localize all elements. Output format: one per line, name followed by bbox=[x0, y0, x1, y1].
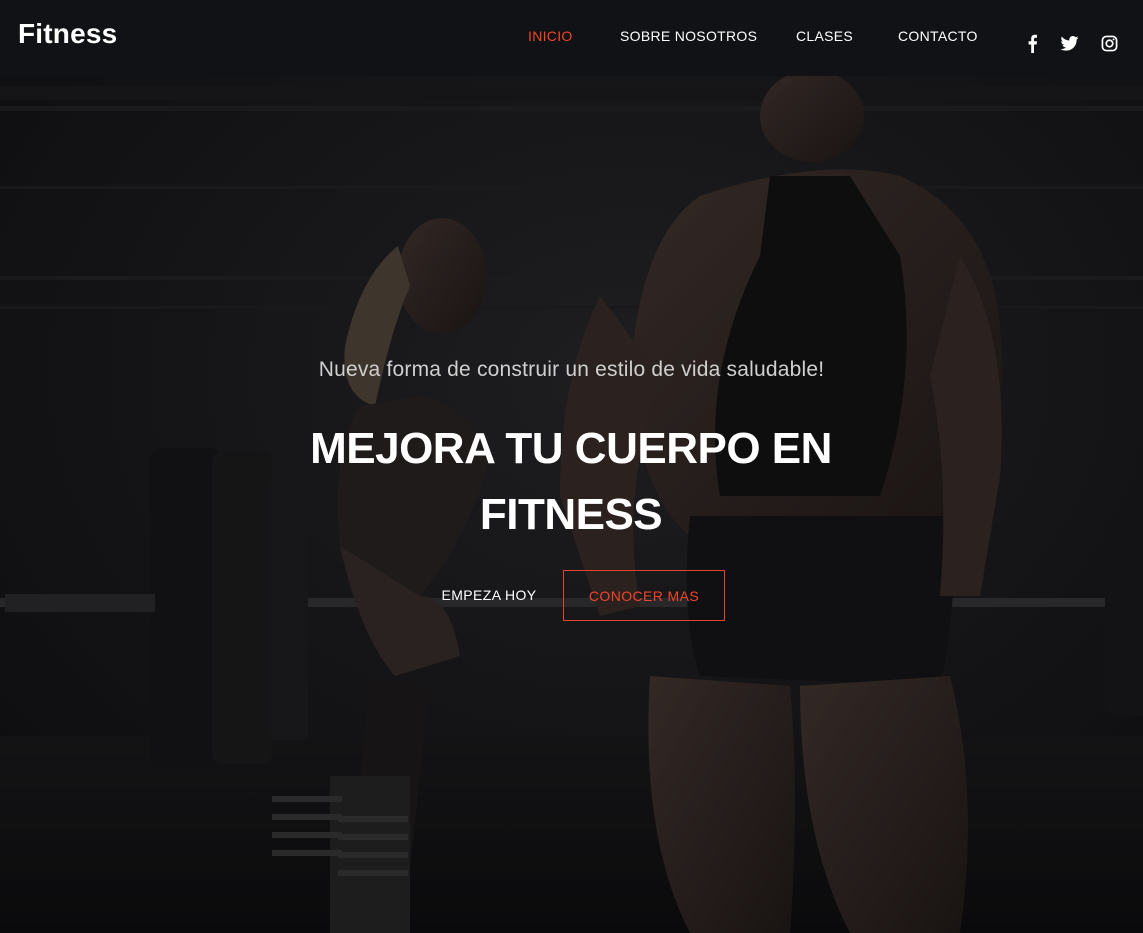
nav-item-clases[interactable]: CLASES bbox=[796, 28, 853, 44]
hero-headline: MEJORA TU CUERPO EN FITNESS bbox=[271, 416, 871, 548]
conocer-mas-button[interactable]: CONOCER MAS bbox=[563, 570, 725, 621]
twitter-icon[interactable] bbox=[1060, 36, 1079, 51]
nav-item-sobre-nosotros[interactable]: SOBRE NOSOTROS bbox=[620, 28, 757, 44]
hero-section: Nueva forma de construir un estilo de vi… bbox=[0, 76, 1143, 933]
empeza-hoy-button[interactable]: EMPEZA HOY bbox=[420, 570, 558, 620]
nav-item-inicio[interactable]: INICIO bbox=[528, 28, 573, 44]
site-header: Fitness INICIO SOBRE NOSOTROS CLASES CON… bbox=[0, 0, 1143, 76]
hero-headline-line2: FITNESS bbox=[479, 490, 663, 539]
facebook-icon[interactable] bbox=[1026, 34, 1038, 53]
instagram-icon[interactable] bbox=[1101, 35, 1118, 52]
hero-headline-line1: MEJORA TU CUERPO EN bbox=[310, 424, 832, 473]
nav-item-contacto[interactable]: CONTACTO bbox=[898, 28, 978, 44]
main-nav: INICIO SOBRE NOSOTROS CLASES CONTACTO bbox=[0, 28, 1143, 48]
hero-tagline: Nueva forma de construir un estilo de vi… bbox=[318, 358, 825, 381]
